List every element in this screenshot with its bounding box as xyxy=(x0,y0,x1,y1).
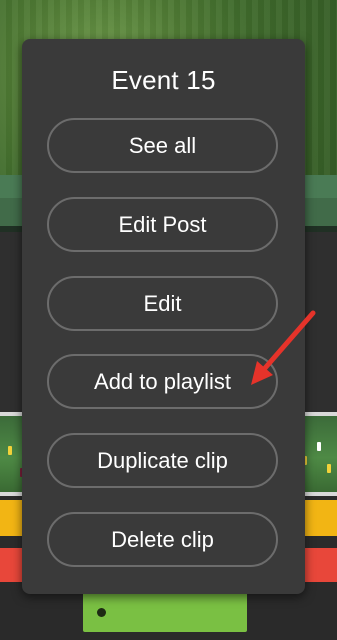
menu-title: Event 15 xyxy=(111,65,216,95)
duplicate-clip-button[interactable]: Duplicate clip xyxy=(47,433,278,488)
see-all-button[interactable]: See all xyxy=(47,118,278,173)
add-to-playlist-button[interactable]: Add to playlist xyxy=(47,354,278,409)
arrow-pointer-icon xyxy=(251,310,316,385)
record-button[interactable] xyxy=(83,592,247,632)
delete-clip-button[interactable]: Delete clip xyxy=(47,512,278,567)
dot-icon xyxy=(97,608,106,617)
edit-post-button[interactable]: Edit Post xyxy=(47,197,278,252)
edit-button[interactable]: Edit xyxy=(47,276,278,331)
